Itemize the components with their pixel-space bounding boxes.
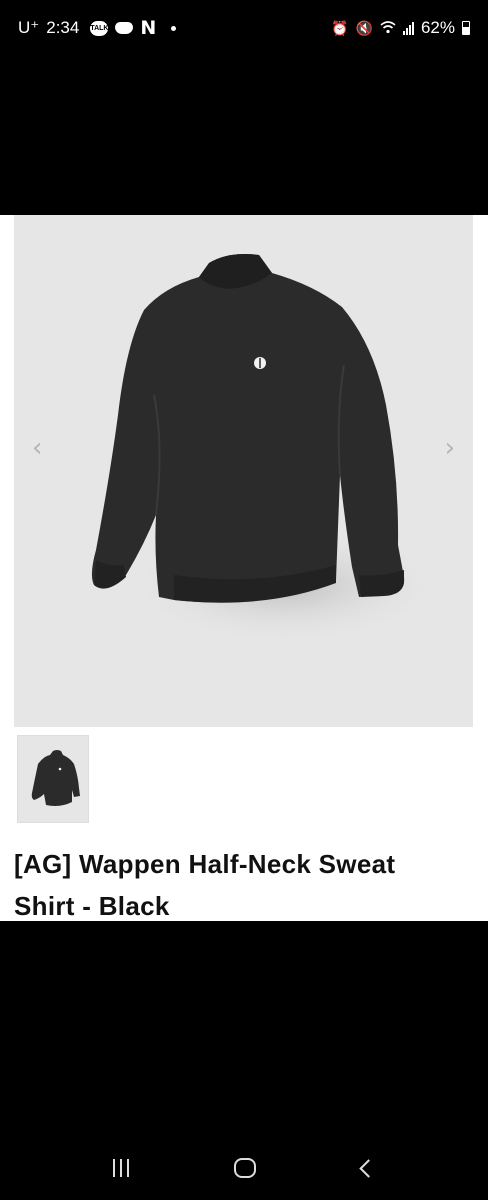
prev-image-arrow[interactable]: ‹	[32, 433, 42, 463]
product-title: [AG] Wappen Half-Neck Sweat Shirt - Blac…	[14, 849, 396, 921]
battery-percent: 62%	[420, 18, 455, 37]
thumbnail-sweatshirt-image	[31, 750, 80, 806]
alarm-icon: ⏰	[331, 19, 349, 36]
kakaotalk-icon: TALK	[90, 20, 109, 36]
product-page: ‹ › [AG] Wappen Half-Neck Sweat Shirt - …	[0, 215, 488, 921]
home-button[interactable]	[234, 1158, 257, 1178]
carrier-label: U⁺	[18, 18, 40, 37]
signal-icon	[402, 21, 414, 35]
back-button[interactable]	[359, 1158, 378, 1178]
netflix-icon: N	[140, 17, 157, 39]
recent-apps-button[interactable]	[112, 1159, 129, 1177]
mute-icon: 🔇	[355, 19, 373, 36]
game-controller-icon	[115, 22, 134, 34]
battery-icon	[462, 21, 470, 35]
next-image-arrow[interactable]: ›	[445, 433, 455, 463]
product-thumbnail[interactable]	[17, 735, 89, 823]
sweatshirt-image	[91, 254, 444, 645]
navigation-bar	[0, 1136, 488, 1200]
wifi-icon	[380, 20, 396, 37]
notification-dot-icon	[171, 25, 177, 31]
status-right: ⏰ 🔇 62%	[331, 18, 470, 38]
product-main-image[interactable]: ‹ ›	[14, 215, 473, 727]
clock: 2:34	[46, 18, 80, 37]
status-bar: U⁺ 2:34 TALK N ⏰ 🔇 62%	[0, 0, 488, 56]
status-left: U⁺ 2:34 TALK N	[18, 17, 177, 39]
